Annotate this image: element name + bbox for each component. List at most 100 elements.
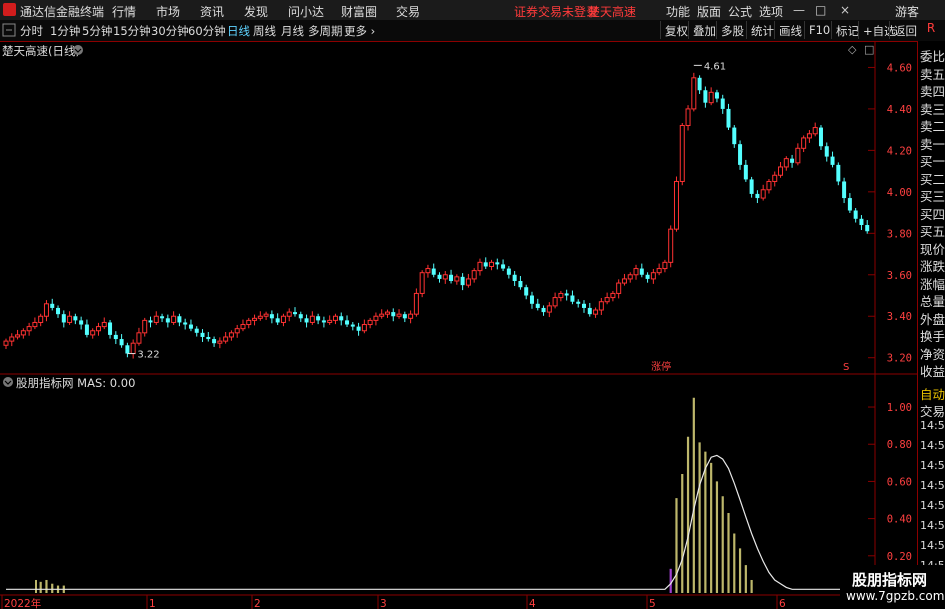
indicator-tick-label: 0.80 <box>887 439 912 451</box>
toolbar-draw[interactable]: 画线 <box>774 21 806 39</box>
tab-tf-15min[interactable]: 15分钟 <box>113 23 151 39</box>
candle-body <box>293 312 297 315</box>
candle-body <box>183 322 188 325</box>
tab-tf-tick[interactable]: 分时 <box>20 23 43 39</box>
candle-body <box>361 324 367 332</box>
chart-title[interactable]: 楚天高速(日线) <box>2 43 80 59</box>
candle-body <box>136 332 142 344</box>
tab-tf-5min[interactable]: 5分钟 <box>82 23 112 39</box>
candle-body <box>604 297 610 303</box>
login-warning[interactable]: 证券交易未登录 <box>514 3 598 20</box>
candle-body <box>570 295 575 302</box>
menu-options[interactable]: 选项 <box>759 3 783 20</box>
chart-menu-icon[interactable] <box>72 44 84 56</box>
side-time: 14:56 <box>920 439 945 452</box>
menu-formula[interactable]: 公式 <box>728 3 752 20</box>
candle-body <box>512 274 517 281</box>
candle-body <box>679 124 685 182</box>
menu-function[interactable]: 功能 <box>666 3 690 20</box>
candle-body <box>15 334 21 338</box>
maximize-icon[interactable]: □ <box>815 3 826 17</box>
tab-tf-30min[interactable]: 30分钟 <box>151 23 189 39</box>
candle-body <box>836 164 841 182</box>
candle-body <box>373 315 379 321</box>
candle-body <box>749 179 754 194</box>
candle-body <box>165 318 170 323</box>
candle-body <box>345 320 350 325</box>
candle-body <box>367 319 373 326</box>
candle-body <box>477 261 483 272</box>
x-tick-label: 2 <box>254 598 261 609</box>
candle-body <box>650 272 656 280</box>
side-label: 涨幅 <box>920 276 945 292</box>
toolbar-r[interactable]: R <box>917 21 945 40</box>
window-square-icon[interactable]: □ <box>864 43 874 56</box>
candle-body <box>350 324 355 327</box>
tab-tf-weekly[interactable]: 周线 <box>253 23 276 39</box>
price-tick-label: 4.20 <box>887 145 912 157</box>
toolbar-multi-stock[interactable]: 多股 <box>716 21 748 39</box>
candle-body <box>391 312 396 317</box>
collapse-icon[interactable] <box>2 23 16 37</box>
menu-layout[interactable]: 版面 <box>697 3 721 20</box>
candle-body <box>194 328 199 333</box>
candle-body <box>246 319 252 326</box>
menu-trade[interactable]: 交易 <box>396 3 420 20</box>
indicator-tick-label: 1.00 <box>887 402 912 414</box>
menu-discover[interactable]: 发现 <box>244 3 268 20</box>
indicator-tick-label: 0.60 <box>887 476 912 488</box>
candle-body <box>431 268 436 275</box>
candle-body <box>73 316 78 321</box>
indicator-title[interactable]: 股朋指标网 MAS: 0.00 <box>16 375 135 391</box>
side-label: 委比 <box>920 49 945 64</box>
tab-tf-more[interactable]: 更多 › <box>344 23 375 39</box>
menu-quotes[interactable]: 行情 <box>112 3 136 20</box>
close-icon[interactable]: × <box>840 3 850 17</box>
candle-body <box>593 309 599 315</box>
tab-tf-monthly[interactable]: 月线 <box>281 23 304 39</box>
indicator-menu-icon[interactable] <box>2 376 14 388</box>
candle-body <box>795 147 801 164</box>
chart-area[interactable]: 4.60 4.40 4.20 4.00 3.80 3.60 3.40 3.20 1.00 0.80… <box>0 41 917 609</box>
candle-body <box>402 314 407 319</box>
minimize-icon[interactable]: — <box>793 3 805 17</box>
candle-body <box>842 181 847 199</box>
candle-body <box>20 330 26 336</box>
candle-body <box>304 318 309 323</box>
tab-tf-multi[interactable]: 多周期 <box>308 23 343 39</box>
tab-tf-60min[interactable]: 60分钟 <box>188 23 226 39</box>
candle-body <box>627 274 633 280</box>
candle-body <box>234 328 240 334</box>
candle-body <box>697 77 702 91</box>
candle-body <box>847 198 852 211</box>
candle-body <box>662 261 668 270</box>
side-trade-label[interactable]: 交易 <box>920 401 945 420</box>
candle-body <box>598 301 604 311</box>
x-tick-label: 3 <box>380 598 387 609</box>
candle-body <box>720 98 725 109</box>
candle-body <box>206 336 211 340</box>
menu-wealth[interactable]: 财富圈 <box>341 3 377 20</box>
tab-tf-daily[interactable]: 日线 <box>227 23 250 39</box>
candle-body <box>252 317 258 321</box>
side-label: 卖二 <box>920 119 945 134</box>
candle-body <box>263 313 269 317</box>
candle-body <box>743 164 748 180</box>
toolbar-f10[interactable]: F10 <box>804 21 834 39</box>
menu-ask[interactable]: 问小达 <box>288 3 324 20</box>
diamond-icon[interactable]: ◇ <box>848 43 856 56</box>
guest-label[interactable]: 游客 <box>895 3 919 20</box>
candle-body <box>130 342 136 355</box>
menu-news[interactable]: 资讯 <box>200 3 224 20</box>
app-title: 通达信金融终端 <box>20 5 105 19</box>
candle-body <box>84 324 89 335</box>
tab-tf-1min[interactable]: 1分钟 <box>50 23 80 39</box>
candle-body <box>865 225 870 232</box>
price-tick-label: 3.40 <box>887 311 912 323</box>
side-label: 买二 <box>920 171 945 187</box>
side-label: 买五 <box>920 224 945 239</box>
menu-market[interactable]: 市场 <box>156 3 180 20</box>
candle-body <box>286 311 292 317</box>
side-label: 涨跌 <box>920 259 945 274</box>
signal-mark: S <box>843 362 849 373</box>
